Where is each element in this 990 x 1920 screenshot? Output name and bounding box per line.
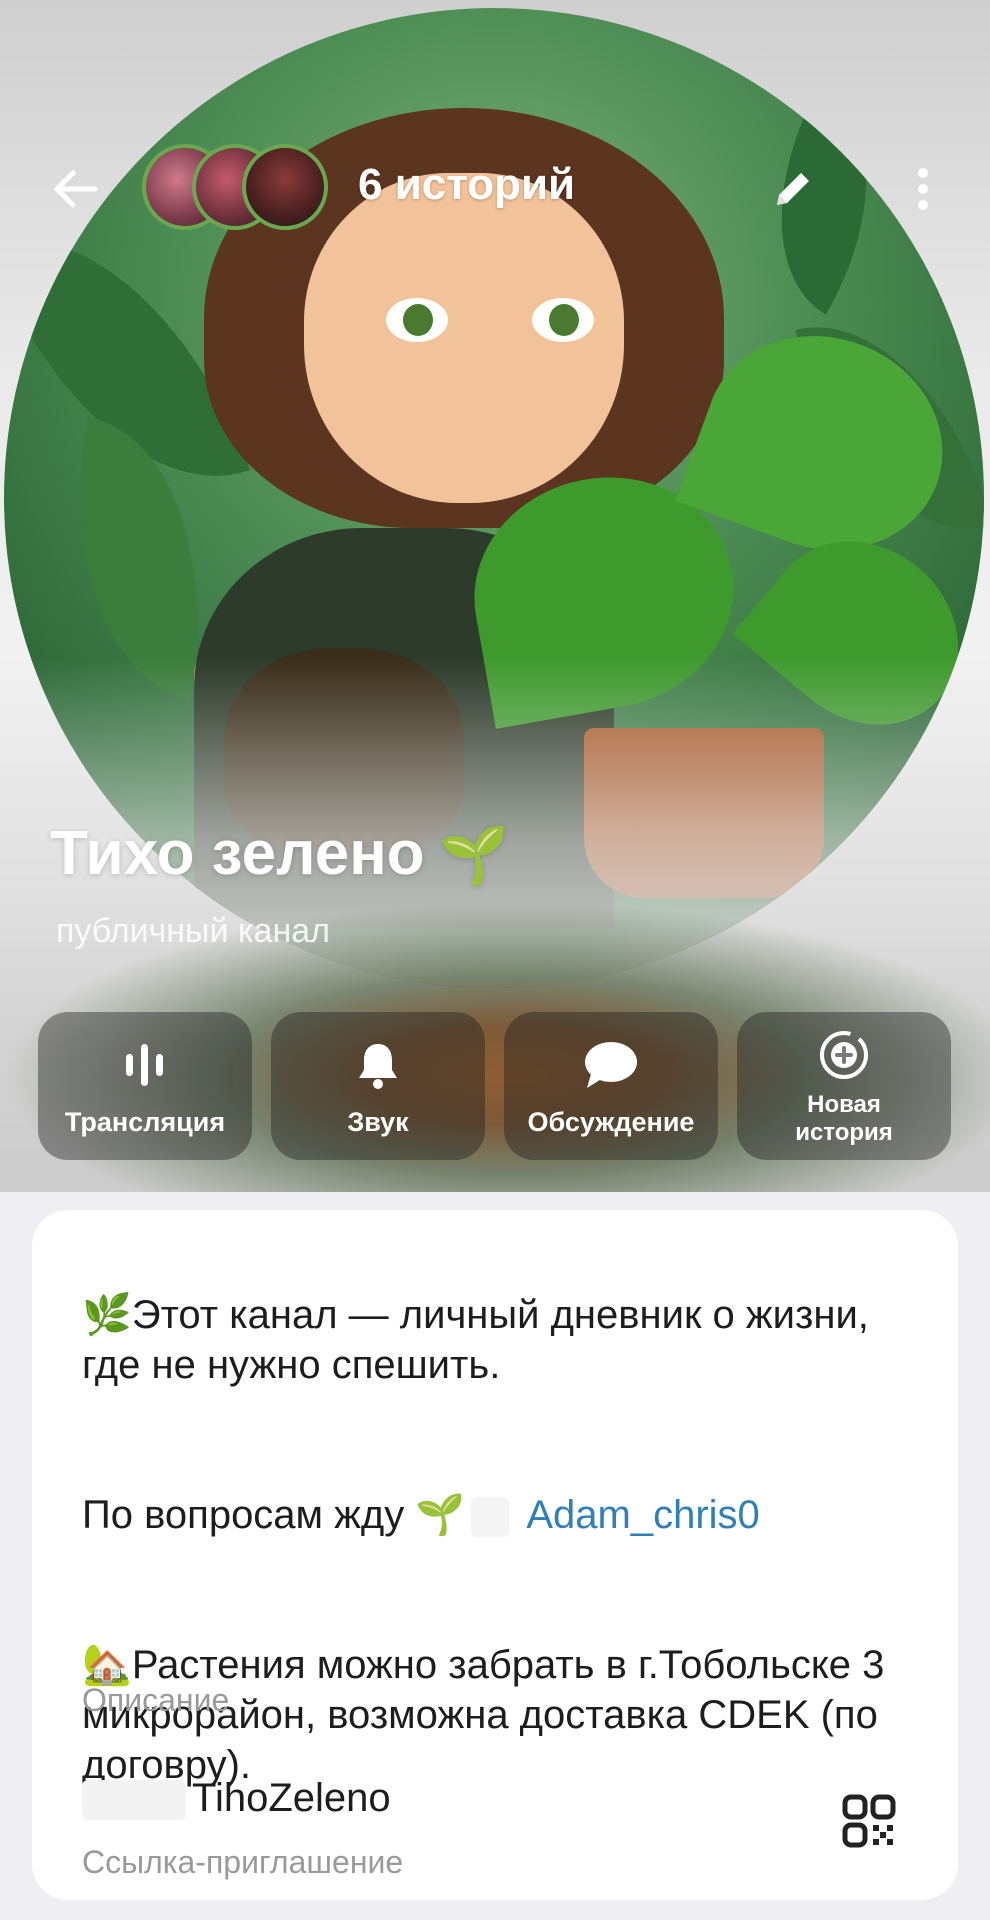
channel-header: 6 историй Тихо зелено 🌱 публичный канал Т… [0,0,990,1192]
action-label: Новая история [795,1091,893,1146]
channel-type: публичный канал [56,912,330,950]
bell-icon [355,1035,401,1095]
stories-count[interactable]: 6 историй [358,160,575,210]
channel-actions: Трансляция Звук Обсуждение Новая история [38,1012,954,1160]
description-text: Этот канал — личный дневник о жизни, где… [82,1293,869,1387]
description-text: По вопросам жду [82,1493,405,1537]
story-thumbnail [242,144,328,230]
discussion-button[interactable]: Обсуждение [504,1012,718,1160]
live-bars-icon [122,1035,168,1095]
action-label: Звук [347,1107,409,1137]
add-story-icon [817,1025,871,1085]
invite-link-text: TihoZeleno [192,1776,391,1820]
description-paragraph-2: По вопросам жду 🌱 Adam_chris0 [82,1490,922,1540]
sprout-emoji: 🌱 [438,823,509,886]
stories-preview[interactable] [140,142,340,238]
redacted-area [471,1497,510,1538]
action-label: Трансляция [64,1107,226,1137]
herb-emoji: 🌿 [82,1293,132,1337]
live-stream-button[interactable]: Трансляция [38,1012,252,1160]
new-story-button[interactable]: Новая история [737,1012,951,1160]
channel-title: Тихо зелено 🌱 [50,818,508,889]
edit-pencil-icon[interactable] [758,154,828,224]
invite-link-label: Ссылка-приглашение [82,1844,404,1880]
channel-description[interactable]: 🌿Этот канал — личный дневник о жизни, гд… [82,1240,922,1840]
plant-leaf [732,503,984,763]
character-eye [386,298,448,342]
channel-info-card: 🌿Этот канал — личный дневник о жизни, гд… [32,1210,958,1900]
flower-pot [584,728,824,898]
action-label: Обсуждение [527,1107,695,1137]
invite-link[interactable]: TihoZeleno [82,1776,391,1821]
description-paragraph-1: 🌿Этот канал — личный дневник о жизни, гд… [82,1290,922,1390]
description-label: Описание [82,1682,230,1718]
channel-title-text: Тихо зелено [50,819,425,888]
more-vertical-icon[interactable] [888,154,958,224]
house-emoji: 🏡 [82,1643,132,1687]
sprout-emoji: 🌱 [415,1493,466,1537]
back-arrow-icon[interactable] [40,154,110,224]
sound-button[interactable]: Звук [271,1012,485,1160]
chat-bubble-icon [583,1035,639,1095]
character-eye [532,298,594,342]
qr-code-icon[interactable] [842,1794,896,1848]
username-link[interactable]: Adam_chris0 [526,1493,759,1537]
redacted-area [82,1780,186,1821]
